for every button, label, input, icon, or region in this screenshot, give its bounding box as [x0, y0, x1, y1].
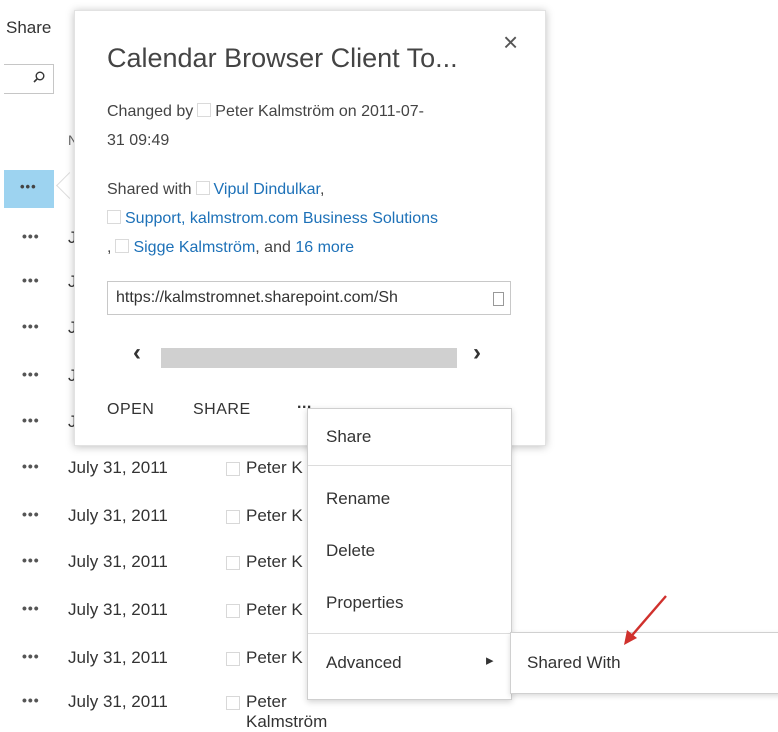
close-icon[interactable]: × [503, 27, 518, 58]
menu-item-advanced[interactable]: Advanced ▸ [308, 652, 511, 673]
more-options-icon[interactable]: ••• [22, 600, 40, 616]
annotation-arrow-icon [624, 595, 667, 645]
list-item[interactable]: ••• July 31, 2011 Peter K [0, 600, 360, 630]
person-icon [107, 210, 121, 224]
list-item[interactable]: ••• July 31, 2011 Peter Kalmström [0, 692, 360, 731]
scroll-left-arrow-icon[interactable]: ‹ [133, 339, 141, 367]
shared-and-text: , and [255, 239, 291, 256]
person-icon [226, 696, 240, 710]
more-options-icon[interactable]: ••• [22, 506, 40, 522]
more-options-icon[interactable]: ••• [22, 458, 40, 474]
menu-item-delete[interactable]: Delete [308, 541, 511, 561]
date-cell: July 31, 2011 [68, 600, 168, 619]
changed-on-label: on 2011-07- [338, 103, 424, 120]
changed-by-info: Changed by Peter Kalmström on 2011-07- 31… [107, 97, 527, 155]
submenu-arrow-icon: ▸ [486, 652, 494, 669]
url-text[interactable]: https://kalmstromnet.sharepoint.com/Sh [116, 289, 398, 306]
person-icon [195, 181, 210, 195]
document-callout: Calendar Browser Client To... × Changed … [74, 10, 546, 446]
modified-by-cell[interactable]: Peter K [246, 506, 303, 526]
submenu-item-shared-with[interactable]: Shared With [527, 653, 621, 673]
date-cell: July 31, 2011 [68, 648, 168, 667]
date-cell: July 31, 2011 [68, 552, 168, 571]
menu-divider [308, 465, 511, 466]
menu-divider [308, 633, 511, 634]
horizontal-scrollbar[interactable] [161, 348, 457, 368]
more-options-icon[interactable]: ••• [20, 179, 37, 194]
context-menu: Share Rename Delete Properties Advanced … [307, 408, 512, 700]
list-item[interactable]: ••• July 31, 2011 Peter K [0, 648, 360, 678]
person-icon [226, 556, 240, 570]
menu-item-properties[interactable]: Properties [308, 593, 511, 613]
selected-row-menu[interactable]: ••• [4, 170, 54, 208]
date-cell: July 31, 2011 [68, 506, 168, 525]
share-button[interactable]: SHARE [193, 401, 251, 419]
more-options-icon[interactable]: ••• [22, 692, 40, 708]
shared-person-link[interactable]: Sigge Kalmström [133, 239, 255, 256]
list-item[interactable]: ••• July 31, 2011 Peter K [0, 552, 360, 582]
person-icon [226, 462, 240, 476]
url-field[interactable]: https://kalmstromnet.sharepoint.com/Sh [107, 281, 511, 315]
shared-person-link[interactable]: Vipul Dindulkar [214, 181, 320, 198]
modified-by-cell[interactable]: Peter K [246, 552, 303, 572]
person-icon [226, 604, 240, 618]
person-icon [197, 103, 212, 117]
more-options-icon[interactable]: ••• [22, 412, 40, 428]
menu-item-advanced-label: Advanced [326, 653, 402, 672]
more-options-icon[interactable]: ••• [22, 366, 40, 382]
scroll-right-arrow-icon[interactable]: › [473, 339, 481, 367]
share-label[interactable]: Share [6, 18, 51, 38]
more-options-icon[interactable]: ••• [22, 552, 40, 568]
more-options-icon[interactable]: ••• [22, 318, 40, 334]
person-icon [115, 239, 130, 253]
person-icon [226, 652, 240, 666]
shared-with-label: Shared with [107, 181, 192, 198]
open-button[interactable]: OPEN [107, 401, 154, 419]
search-icon[interactable] [33, 71, 45, 83]
more-options-icon[interactable]: ••• [22, 272, 40, 288]
changed-time: 31 09:49 [107, 132, 170, 149]
shared-with-info: Shared with Vipul Dindulkar, Support, kal… [107, 181, 439, 256]
date-cell: July 31, 2011 [68, 458, 168, 477]
callout-title: Calendar Browser Client To... [107, 43, 458, 73]
menu-item-rename[interactable]: Rename [308, 489, 511, 509]
shared-more-link[interactable]: 16 more [295, 239, 354, 256]
modified-by-cell[interactable]: Peter K [246, 458, 303, 478]
menu-item-share[interactable]: Share [308, 427, 511, 447]
copy-icon[interactable] [493, 292, 504, 306]
changed-by-name: Peter Kalmström [215, 103, 335, 120]
modified-by-cell[interactable]: Peter K [246, 600, 303, 620]
more-options-icon[interactable]: ••• [22, 648, 40, 664]
shared-person-link[interactable]: Support, kalmstrom.com Business Solution… [125, 210, 438, 227]
list-item[interactable]: ••• July 31, 2011 Peter K [0, 458, 360, 488]
list-item[interactable]: ••• July 31, 2011 Peter K [0, 506, 360, 536]
person-icon [226, 510, 240, 524]
modified-by-cell[interactable]: Peter K [246, 648, 303, 668]
search-box[interactable] [4, 64, 54, 94]
changed-by-label: Changed by [107, 103, 194, 120]
more-options-icon[interactable]: ••• [22, 228, 40, 244]
date-cell: July 31, 2011 [68, 692, 168, 711]
